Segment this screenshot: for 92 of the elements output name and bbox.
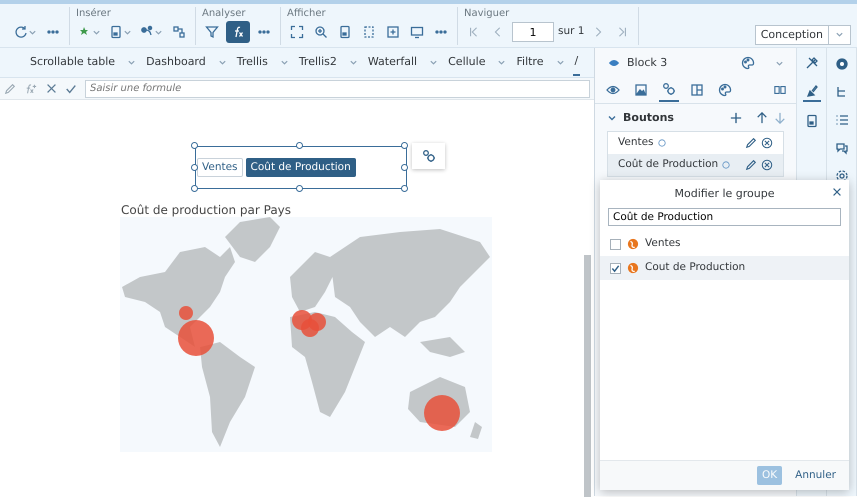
document-icon bbox=[338, 25, 352, 39]
section-title: Boutons bbox=[623, 110, 675, 126]
mode-button[interactable]: Conception bbox=[754, 25, 829, 45]
palette-icon bbox=[741, 56, 755, 70]
screen-icon bbox=[410, 25, 424, 39]
formula-field[interactable]: Saisir une formule bbox=[85, 80, 590, 98]
info-icon bbox=[722, 160, 730, 168]
caret-icon bbox=[556, 58, 564, 67]
globe-icon bbox=[627, 262, 639, 274]
bubble-marker[interactable] bbox=[424, 395, 460, 431]
caret-icon bbox=[218, 58, 227, 67]
zoom-icon bbox=[314, 25, 328, 39]
option-label: Ventes bbox=[645, 236, 681, 252]
page-total: sur 1 bbox=[558, 24, 584, 40]
checkbox[interactable] bbox=[610, 238, 621, 250]
palette-icon bbox=[718, 83, 732, 98]
bubble-marker[interactable] bbox=[179, 306, 193, 320]
settings-button[interactable] bbox=[412, 143, 445, 169]
expand-icon bbox=[772, 84, 788, 96]
resize-handle[interactable] bbox=[401, 142, 408, 149]
report-tab[interactable]: Scrollable table bbox=[28, 50, 138, 75]
caret-icon bbox=[835, 30, 844, 40]
report-tab[interactable]: Waterfall bbox=[366, 50, 440, 75]
report-tab[interactable]: Dashboard bbox=[144, 50, 229, 75]
resize-handle[interactable] bbox=[401, 164, 408, 171]
caret-icon bbox=[348, 58, 358, 67]
group-label: Insérer bbox=[76, 7, 112, 20]
relation-icon bbox=[172, 25, 186, 39]
settings-icon bbox=[834, 169, 848, 183]
brush-icon bbox=[804, 84, 818, 98]
group-label: Naviguer bbox=[464, 7, 510, 20]
caret-icon bbox=[429, 58, 438, 67]
group-label: Analyser bbox=[202, 7, 246, 20]
settings-icon bbox=[834, 57, 848, 71]
list-icon bbox=[834, 113, 848, 127]
remove-icon[interactable] bbox=[761, 158, 773, 170]
pencil-icon[interactable] bbox=[745, 136, 757, 148]
list-item[interactable]: Coût de Production bbox=[608, 154, 783, 176]
resize-handle[interactable] bbox=[191, 185, 198, 192]
report-tab[interactable]: Trellis2 bbox=[296, 50, 360, 75]
checkbox[interactable] bbox=[610, 262, 621, 274]
page-field[interactable]: 1 bbox=[512, 22, 554, 42]
dialog-button[interactable]: Annuler bbox=[790, 466, 841, 486]
scrollbar[interactable] bbox=[584, 255, 591, 497]
report-tab[interactable]: Filtre bbox=[514, 50, 566, 75]
filter-icon bbox=[205, 25, 219, 39]
globe-icon bbox=[627, 238, 639, 250]
report-tab[interactable]: / bbox=[572, 49, 580, 76]
resize-handle[interactable] bbox=[296, 185, 303, 192]
caret-icon bbox=[127, 58, 136, 67]
remove-icon[interactable] bbox=[761, 136, 773, 148]
document-icon bbox=[109, 25, 123, 39]
panel-title: Block 3 bbox=[627, 54, 668, 71]
comments-icon bbox=[834, 141, 848, 155]
caret-icon bbox=[280, 58, 289, 67]
confirm-icon[interactable] bbox=[65, 82, 77, 94]
add-icon bbox=[386, 25, 400, 39]
document-icon bbox=[804, 114, 818, 128]
segment-button[interactable]: Coût de Production bbox=[246, 158, 356, 178]
resize-handle[interactable] bbox=[191, 142, 198, 149]
add-icon[interactable] bbox=[730, 112, 742, 124]
tools-icon bbox=[804, 56, 818, 70]
layout-icon bbox=[690, 83, 704, 98]
gears-icon bbox=[662, 82, 676, 96]
eye-icon bbox=[607, 57, 621, 69]
gears-icon bbox=[422, 149, 436, 163]
chart-title: Coût de production par Pays bbox=[121, 202, 292, 219]
info-icon bbox=[658, 138, 666, 146]
group-name-field[interactable]: Coût de Production bbox=[608, 208, 841, 226]
report-tab[interactable]: Trellis bbox=[234, 50, 291, 75]
bubble-marker[interactable] bbox=[301, 319, 319, 337]
up-arrow-icon[interactable] bbox=[756, 112, 768, 124]
close-icon bbox=[831, 186, 843, 198]
resize-handle[interactable] bbox=[401, 185, 408, 192]
group-label: Afficher bbox=[287, 7, 327, 20]
fit-icon bbox=[290, 25, 304, 39]
option-row[interactable]: Cout de Production bbox=[600, 256, 849, 280]
segment-button[interactable]: Ventes bbox=[197, 158, 243, 178]
refresh-icon bbox=[14, 25, 28, 39]
caret-icon bbox=[497, 58, 506, 67]
page-icon bbox=[362, 25, 376, 39]
cancel-icon[interactable] bbox=[46, 83, 57, 94]
formula-button[interactable] bbox=[226, 21, 250, 43]
pencil-icon[interactable] bbox=[745, 158, 757, 170]
option-label: Cout de Production bbox=[645, 260, 746, 276]
option-row[interactable]: Ventes bbox=[600, 232, 849, 256]
report-tab[interactable]: Cellule bbox=[446, 50, 508, 75]
dialog-title: Modifier le groupe bbox=[674, 186, 774, 202]
resize-handle[interactable] bbox=[296, 142, 303, 149]
bubble-marker[interactable] bbox=[178, 320, 214, 356]
image-icon bbox=[634, 83, 648, 98]
resize-handle[interactable] bbox=[191, 164, 198, 171]
